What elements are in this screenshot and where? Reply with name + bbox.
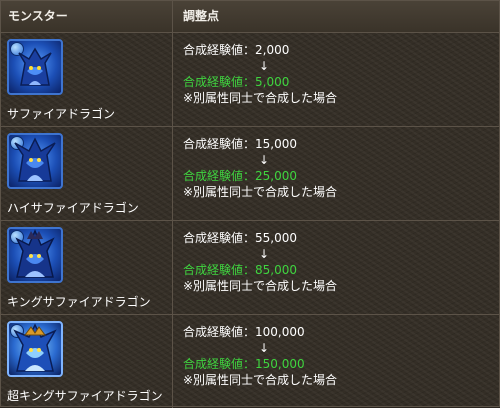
adjustment-cell: 合成経験値：55,000 ↓ 合成経験値：85,000 ※別属性同士で合成した場…: [173, 221, 499, 314]
down-arrow-icon: ↓: [259, 341, 270, 355]
header-monster: モンスター: [1, 1, 173, 32]
down-arrow-icon: ↓: [259, 153, 270, 167]
monster-name[interactable]: サファイアドラゴン: [7, 105, 115, 122]
monster-cell: ハイサファイアドラゴン: [1, 127, 173, 220]
note: ※別属性同士で合成した場合: [183, 373, 338, 387]
monster-icon[interactable]: [7, 321, 63, 377]
old-exp: 合成経験値：100,000: [183, 325, 305, 339]
monster-icon[interactable]: [7, 227, 63, 283]
header-adjustment: 調整点: [183, 9, 220, 23]
note: ※別属性同士で合成した場合: [183, 279, 338, 293]
down-arrow-icon: ↓: [259, 59, 270, 73]
old-exp: 合成経験値：55,000: [183, 231, 297, 245]
new-exp: 合成経験値：150,000: [183, 357, 305, 371]
new-exp: 合成経験値：5,000: [183, 75, 290, 89]
monster-name[interactable]: ハイサファイアドラゴン: [7, 199, 139, 216]
table-row: キングサファイアドラゴン 合成経験値：55,000 ↓ 合成経験値：85,000…: [1, 221, 499, 315]
table-header: モンスター 調整点: [1, 1, 499, 33]
table-row: サファイアドラゴン 合成経験値：2,000 ↓ 合成経験値：5,000 ※別属性…: [1, 33, 499, 127]
monster-name[interactable]: 超キングサファイアドラゴン: [7, 387, 163, 404]
note: ※別属性同士で合成した場合: [183, 91, 338, 105]
new-exp: 合成経験値：25,000: [183, 169, 297, 183]
adjustment-cell: 合成経験値：100,000 ↓ 合成経験値：150,000 ※別属性同士で合成し…: [173, 315, 499, 408]
adjustment-table: モンスター 調整点 サファイアドラゴン 合成経験値：2,000 ↓ 合成経験値：…: [0, 0, 500, 408]
monster-cell: 超キングサファイアドラゴン: [1, 315, 173, 408]
new-exp: 合成経験値：85,000: [183, 263, 297, 277]
monster-cell: サファイアドラゴン: [1, 33, 173, 126]
monster-icon[interactable]: [7, 133, 63, 189]
table-row: ハイサファイアドラゴン 合成経験値：15,000 ↓ 合成経験値：25,000 …: [1, 127, 499, 221]
monster-name[interactable]: キングサファイアドラゴン: [7, 293, 151, 310]
note: ※別属性同士で合成した場合: [183, 185, 338, 199]
adjustment-cell: 合成経験値：15,000 ↓ 合成経験値：25,000 ※別属性同士で合成した場…: [173, 127, 499, 220]
monster-cell: キングサファイアドラゴン: [1, 221, 173, 314]
table-row: 超キングサファイアドラゴン 合成経験値：100,000 ↓ 合成経験値：150,…: [1, 315, 499, 408]
down-arrow-icon: ↓: [259, 247, 270, 261]
old-exp: 合成経験値：15,000: [183, 137, 297, 151]
adjustment-cell: 合成経験値：2,000 ↓ 合成経験値：5,000 ※別属性同士で合成した場合: [173, 33, 499, 126]
monster-icon[interactable]: [7, 39, 63, 95]
old-exp: 合成経験値：2,000: [183, 43, 290, 57]
